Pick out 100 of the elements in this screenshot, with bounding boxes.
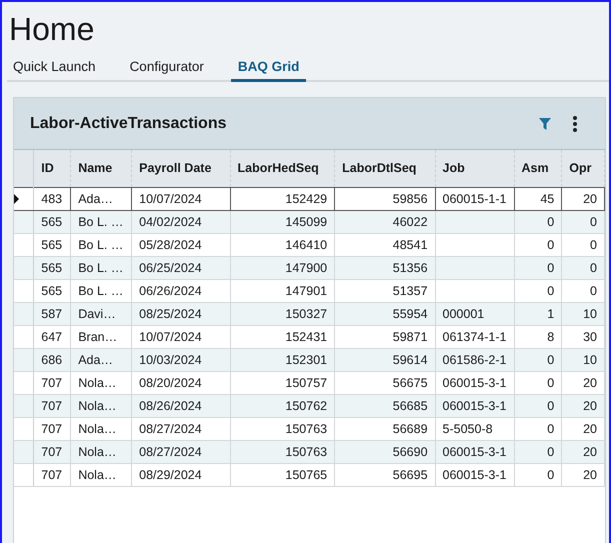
table-cell: 08/25/2024 [132, 302, 230, 325]
table-cell: 06/26/2024 [132, 279, 230, 302]
table-cell: 05/28/2024 [132, 233, 230, 256]
table-cell: 150757 [230, 371, 335, 394]
table-cell: 20 [562, 417, 604, 440]
current-row-icon [14, 194, 19, 204]
table-cell: 060015-3-1 [435, 371, 514, 394]
column-header[interactable]: Payroll Date [132, 150, 230, 187]
column-header[interactable]: Name [70, 150, 132, 187]
table-cell: 08/27/2024 [132, 417, 230, 440]
table-cell: 150762 [230, 394, 335, 417]
table-cell: 707 [34, 394, 71, 417]
table-cell: 0 [562, 279, 604, 302]
filter-icon[interactable] [539, 118, 551, 130]
table-cell: 707 [34, 417, 71, 440]
table-cell: Bo L. … [70, 233, 132, 256]
panel-title: Labor-ActiveTransactions [30, 114, 228, 132]
table-cell: 45 [514, 187, 562, 210]
table-cell: Bo L. … [70, 210, 132, 233]
table-cell: 060015-3-1 [435, 463, 514, 486]
table-cell: Bo L. … [70, 256, 132, 279]
table-cell: 20 [562, 371, 604, 394]
column-header[interactable]: Job [435, 150, 514, 187]
table-cell: 56695 [334, 463, 436, 486]
table-cell: 150765 [230, 463, 335, 486]
table-cell: 56690 [334, 440, 436, 463]
table-cell: 483 [34, 187, 71, 210]
table-cell: 30 [562, 325, 604, 348]
table-cell: 0 [514, 279, 562, 302]
table-cell: Davi… [70, 302, 132, 325]
more-icon[interactable] [573, 116, 577, 132]
column-header[interactable]: LaborHedSeq [230, 150, 335, 187]
table-cell: 08/26/2024 [132, 394, 230, 417]
column-header[interactable]: LaborDtlSeq [334, 150, 436, 187]
table-cell: 08/27/2024 [132, 440, 230, 463]
table-cell: 707 [34, 463, 71, 486]
tab[interactable]: Configurator [122, 59, 211, 82]
table-cell: 707 [34, 371, 71, 394]
table-cell: 0 [514, 348, 562, 371]
table-cell: 152431 [230, 325, 335, 348]
table-cell: 150327 [230, 302, 335, 325]
table-cell: Nola… [70, 417, 132, 440]
table-cell: 06/25/2024 [132, 256, 230, 279]
table-cell: 060015-3-1 [435, 394, 514, 417]
table-cell: 565 [34, 279, 71, 302]
table-cell: 55954 [334, 302, 436, 325]
row-indicator[interactable] [14, 187, 34, 210]
table-cell: 46022 [334, 210, 436, 233]
table-cell: 0 [514, 463, 562, 486]
column-header[interactable]: Opr [562, 150, 604, 187]
table-cell: 20 [562, 394, 604, 417]
table-cell: 56675 [334, 371, 436, 394]
table-cell: 08/20/2024 [132, 371, 230, 394]
table-cell: 587 [34, 302, 71, 325]
table-cell: 150763 [230, 417, 335, 440]
tab[interactable]: BAQ Grid [230, 59, 306, 82]
table-cell: 647 [34, 325, 71, 348]
table-cell: 061374-1-1 [435, 325, 514, 348]
table-cell: Ada… [70, 187, 132, 210]
table-cell: 0 [514, 394, 562, 417]
table-cell: 48541 [334, 233, 436, 256]
tab[interactable]: Quick Launch [7, 59, 103, 82]
table-cell: 0 [562, 210, 604, 233]
table-cell: Nola… [70, 371, 132, 394]
table-cell: 152429 [230, 187, 335, 210]
table-cell: 8 [514, 325, 562, 348]
table-cell: 1 [514, 302, 562, 325]
table-cell: 0 [562, 256, 604, 279]
table-cell: Nola… [70, 440, 132, 463]
table-cell: 10/03/2024 [132, 348, 230, 371]
table-cell: 10/07/2024 [132, 325, 230, 348]
table-cell: 04/02/2024 [132, 210, 230, 233]
table-cell: 686 [34, 348, 71, 371]
table-cell: 10 [562, 302, 604, 325]
table-cell: 060015-3-1 [435, 440, 514, 463]
table-cell: 0 [514, 440, 562, 463]
table-cell: 51356 [334, 256, 436, 279]
table-cell: 0 [514, 256, 562, 279]
table-cell: 707 [34, 440, 71, 463]
table-cell: 000001 [435, 302, 514, 325]
table-cell: 147901 [230, 279, 335, 302]
table-cell: 20 [562, 440, 604, 463]
table-cell: 56685 [334, 394, 436, 417]
table-cell: 0 [514, 417, 562, 440]
table-cell: 51357 [334, 279, 436, 302]
table-cell: 150763 [230, 440, 335, 463]
table-cell: 5-5050-8 [435, 417, 514, 440]
column-header[interactable]: Asm [514, 150, 562, 187]
page-title: Home [8, 10, 96, 47]
table-cell: 20 [562, 187, 604, 210]
column-header[interactable]: ID [34, 150, 71, 187]
table-cell: 59871 [334, 325, 436, 348]
table-cell: 0 [514, 210, 562, 233]
table-cell: 152301 [230, 348, 335, 371]
table-cell: Ada… [70, 348, 132, 371]
table-cell: 0 [514, 233, 562, 256]
table-cell: Bo L. … [70, 279, 132, 302]
table-cell: 146410 [230, 233, 335, 256]
table-cell: 0 [514, 371, 562, 394]
table-cell: 145099 [230, 210, 335, 233]
